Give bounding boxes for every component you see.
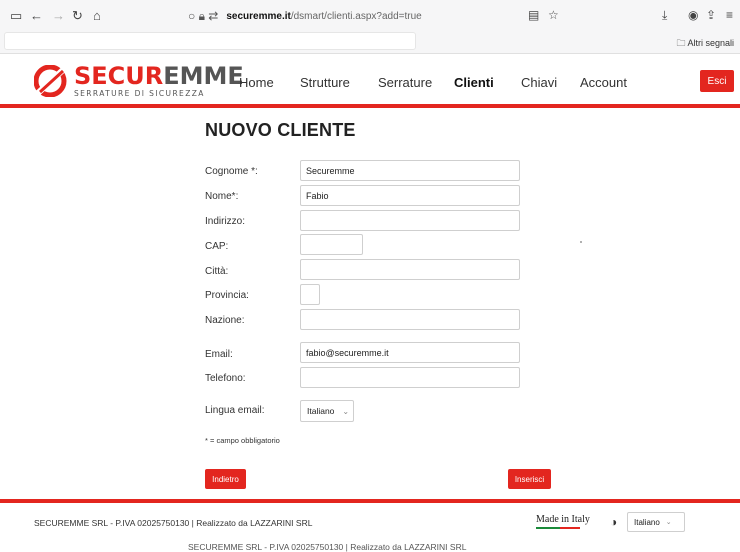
url-path: /dsmart/clienti.aspx?add=true (290, 10, 422, 22)
bookmark-star-icon[interactable]: ☆ (548, 8, 559, 22)
account-icon[interactable]: ◉ (688, 8, 698, 22)
home-icon[interactable]: ⌂ (93, 8, 101, 24)
chevron-down-icon: ⌄ (342, 406, 350, 416)
cap-label: CAP: (205, 241, 229, 252)
nome-field[interactable]: Fabio (300, 185, 520, 206)
email-field[interactable]: fabio@securemme.it (300, 342, 520, 363)
security-icons: ○ 🔒︎ ⇄ (188, 8, 219, 23)
cap-field[interactable] (300, 234, 363, 255)
indirizzo-field[interactable] (300, 210, 520, 231)
nav-chiavi[interactable]: Chiavi (521, 75, 557, 90)
tab-strip (4, 32, 416, 50)
submit-button[interactable]: Inserisci (508, 469, 551, 489)
nav-serrature[interactable]: Serrature (378, 75, 432, 90)
nav-clienti[interactable]: Clienti (454, 75, 494, 90)
reload-icon[interactable]: ↻ (72, 8, 83, 24)
folder-icon: 🗀 (676, 38, 686, 48)
cognome-field[interactable]: Securemme (300, 160, 520, 181)
indirizzo-label: Indirizzo: (205, 216, 246, 227)
other-bookmarks[interactable]: 🗀 Altri segnali (676, 36, 734, 52)
brand-red: SECUR (74, 62, 164, 90)
nazione-field[interactable] (300, 309, 520, 330)
footer-divider (0, 499, 740, 503)
telefono-field[interactable] (300, 367, 520, 388)
flag-red-bar (560, 527, 580, 529)
nav-strutture[interactable]: Strutture (300, 75, 350, 90)
lingua-selected: Italiano (307, 406, 335, 416)
page-title: NUOVO CLIENTE (205, 120, 356, 140)
cognome-label: Cognome *: (205, 166, 258, 177)
sidebar-toggle-icon[interactable]: ▭ (10, 8, 22, 24)
stray-dot (580, 241, 582, 243)
back-icon[interactable]: ← (30, 8, 43, 24)
globe-icon: ◑ (610, 515, 618, 529)
provincia-label: Provincia: (205, 290, 249, 301)
forward-icon[interactable]: → (52, 8, 65, 24)
lingua-label: Lingua email: (205, 405, 265, 416)
reader-view-icon[interactable]: ▤ (528, 8, 539, 22)
email-label: Email: (205, 349, 233, 360)
nav-account[interactable]: Account (580, 75, 627, 90)
header-divider (0, 104, 740, 108)
other-bookmarks-label: Altri segnali (687, 38, 734, 48)
telefono-label: Telefono: (205, 373, 246, 384)
address-bar[interactable]: ○ 🔒︎ ⇄ securemme.it /dsmart/clienti.aspx… (188, 6, 580, 26)
made-in-italy-text: Made in Italy (536, 514, 590, 525)
flag-green-bar (536, 527, 560, 529)
nav-home[interactable]: Home (239, 75, 274, 90)
menu-icon[interactable]: ≡ (726, 8, 733, 22)
securemme-logo[interactable]: SECUREMME SERRATURE DI SICUREZZA (34, 63, 244, 103)
back-button[interactable]: Indietro (205, 469, 246, 489)
citta-field[interactable] (300, 259, 520, 280)
footer-company: SECUREMME SRL - P.IVA 02025750130 | Real… (34, 518, 313, 528)
chevron-down-icon: ⌄ (665, 519, 672, 526)
nazione-label: Nazione: (205, 315, 245, 326)
lingua-select[interactable]: Italiano ⌄ (300, 400, 354, 422)
footer-language-selected: Italiano (634, 517, 660, 527)
download-icon[interactable]: ⤓ (662, 8, 667, 23)
made-in-italy-badge: Made in Italy (536, 514, 590, 529)
provincia-field[interactable] (300, 284, 320, 305)
logo-mark-icon (34, 65, 67, 97)
required-note: * = campo obbligatorio (205, 436, 280, 445)
site-header: SECUREMME SERRATURE DI SICUREZZA Home St… (0, 55, 740, 105)
nome-label: Nome*: (205, 191, 239, 202)
logout-button[interactable]: Esci (700, 70, 734, 92)
footer-language-select[interactable]: Italiano ⌄ (627, 512, 685, 532)
footer-company-repeat: SECUREMME SRL - P.IVA 02025750130 | Real… (188, 542, 467, 552)
browser-toolbar: ▭ ← → ↻ ⌂ ○ 🔒︎ ⇄ securemme.it /dsmart/cl… (0, 0, 740, 54)
share-icon[interactable]: ⇪ (706, 8, 716, 22)
brand-tagline: SERRATURE DI SICUREZZA (74, 89, 205, 98)
brand-grey: EMME (163, 62, 244, 90)
citta-label: Città: (205, 266, 229, 277)
url-host: securemme.it (226, 10, 291, 22)
brand-name: SECUREMME (74, 63, 244, 89)
